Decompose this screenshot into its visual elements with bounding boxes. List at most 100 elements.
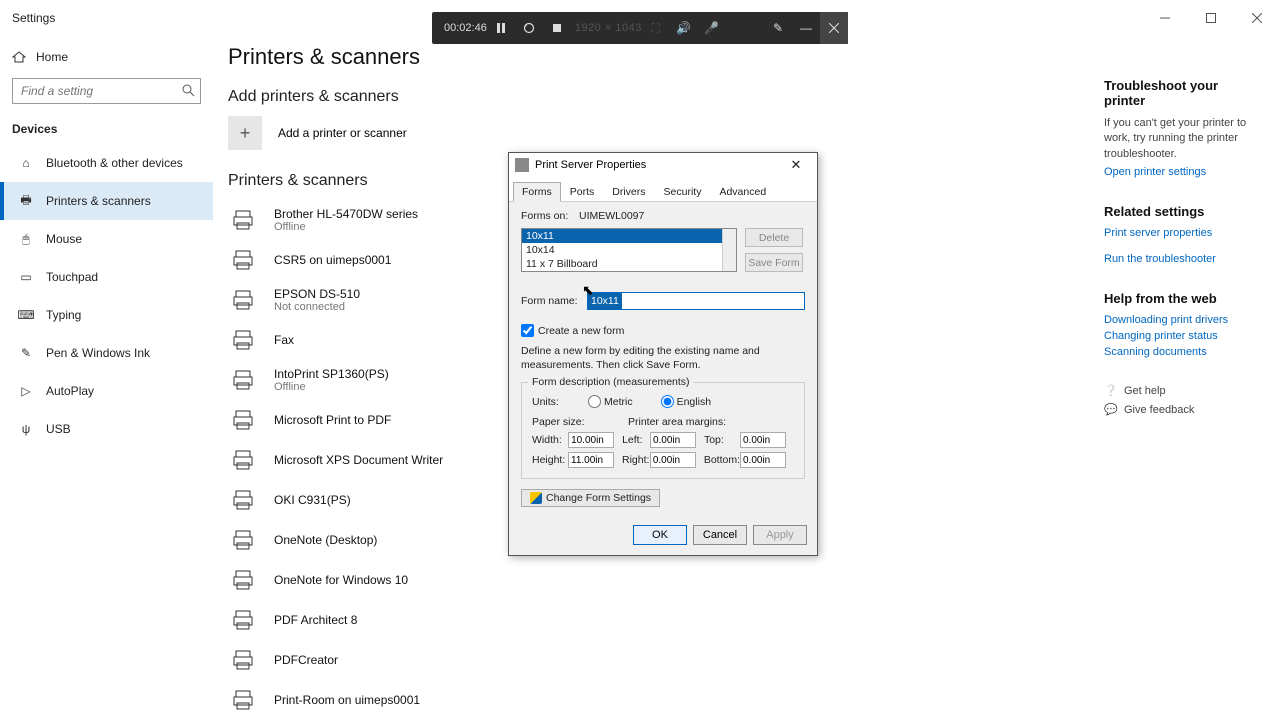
form-list-item[interactable]: 11x17 — [522, 271, 736, 272]
printer-name: PDFCreator — [274, 653, 338, 667]
recorder-dimensions: 1920 × 1043 — [575, 22, 642, 34]
printer-item[interactable]: PDF Architect 8 — [228, 600, 848, 640]
units-label: Units: — [532, 396, 588, 408]
stop-button[interactable] — [543, 12, 571, 44]
printer-icon — [228, 605, 258, 635]
form-list-item[interactable]: 11 x 7 Billboard — [522, 257, 736, 271]
listbox-scrollbar[interactable] — [722, 229, 736, 271]
left-input[interactable] — [650, 432, 696, 448]
sidebar-item-autoplay[interactable]: ▷ AutoPlay — [0, 372, 213, 410]
apply-button[interactable]: Apply — [753, 525, 807, 545]
printer-icon — [228, 645, 258, 675]
cancel-button[interactable]: Cancel — [693, 525, 747, 545]
printer-name: EPSON DS-510 — [274, 287, 360, 301]
units-english-radio[interactable]: English — [661, 395, 711, 408]
pause-button[interactable] — [487, 12, 515, 44]
right-input[interactable] — [650, 452, 696, 468]
sidebar-category: Devices — [0, 118, 213, 144]
sidebar-item-label: USB — [46, 422, 71, 436]
width-input[interactable] — [568, 432, 614, 448]
top-input[interactable] — [740, 432, 786, 448]
printer-name: Microsoft Print to PDF — [274, 413, 391, 427]
form-list-item[interactable]: 10x11 — [522, 229, 736, 243]
sidebar-item-printers[interactable]: 🖶 Printers & scanners — [0, 182, 213, 220]
tab-forms[interactable]: Forms — [513, 182, 561, 202]
tab-drivers[interactable]: Drivers — [603, 182, 654, 202]
web-link-3[interactable]: Scanning documents — [1104, 346, 1260, 358]
printer-icon — [228, 445, 258, 475]
sidebar-item-label: Mouse — [46, 232, 82, 246]
create-new-form-label: Create a new form — [538, 325, 624, 337]
usb-icon: ψ — [18, 422, 34, 436]
height-input[interactable] — [568, 452, 614, 468]
home-nav[interactable]: Home — [0, 44, 213, 70]
tab-advanced[interactable]: Advanced — [710, 182, 775, 202]
web-link-1[interactable]: Downloading print drivers — [1104, 314, 1260, 326]
bluetooth-icon: ⌂ — [18, 156, 34, 170]
forms-on-value: UIMEWL0097 — [579, 210, 644, 222]
printer-item[interactable]: OneNote for Windows 10 — [228, 560, 848, 600]
forms-on-label: Forms on: — [521, 210, 579, 222]
sidebar-item-typing[interactable]: ⌨ Typing — [0, 296, 213, 334]
sidebar-item-pen[interactable]: ✎ Pen & Windows Ink — [0, 334, 213, 372]
paper-size-label: Paper size: — [532, 416, 628, 428]
troubleshoot-header: Troubleshoot your printer — [1104, 78, 1260, 108]
save-form-button[interactable]: Save Form — [745, 253, 803, 272]
units-metric-radio[interactable]: Metric — [588, 395, 633, 408]
right-panel: Troubleshoot your printer If you can't g… — [1104, 78, 1260, 422]
forms-listbox[interactable]: 10x11 10x14 11 x 7 Billboard 11x17 — [521, 228, 737, 272]
help-icon: ❔ — [1104, 384, 1124, 397]
sidebar-item-label: Bluetooth & other devices — [46, 156, 183, 170]
restart-button[interactable] — [515, 12, 543, 44]
open-printer-settings-link[interactable]: Open printer settings — [1104, 166, 1260, 178]
web-link-2[interactable]: Changing printer status — [1104, 330, 1260, 342]
margins-label: Printer area margins: — [628, 416, 726, 428]
printer-icon — [228, 365, 258, 395]
minimize-button[interactable] — [1142, 0, 1188, 36]
create-new-form-checkbox[interactable] — [521, 324, 534, 337]
mouse-icon: 🖱 — [18, 232, 34, 247]
search-input[interactable] — [12, 78, 201, 104]
sidebar-item-mouse[interactable]: 🖱 Mouse — [0, 220, 213, 258]
sidebar-item-label: Typing — [46, 308, 81, 322]
get-help-label: Get help — [1124, 385, 1166, 397]
printer-name: Brother HL-5470DW series — [274, 207, 418, 221]
shield-icon — [530, 492, 542, 504]
crop-icon[interactable]: ⛶ — [642, 12, 670, 44]
recorder-close[interactable] — [820, 12, 848, 44]
get-help-link[interactable]: ❔ Get help — [1104, 384, 1260, 397]
form-desc-legend: Form description (measurements) — [528, 376, 694, 388]
sidebar-item-touchpad[interactable]: ▭ Touchpad — [0, 258, 213, 296]
draw-icon[interactable]: ✎ — [764, 12, 792, 44]
window-close-button[interactable] — [1234, 0, 1280, 36]
run-troubleshooter-link[interactable]: Run the troubleshooter — [1104, 253, 1260, 265]
width-label: Width: — [532, 434, 568, 446]
add-printer-button[interactable]: + — [228, 116, 262, 150]
change-form-settings-button[interactable]: Change Form Settings — [521, 489, 660, 507]
give-feedback-link[interactable]: 💬 Give feedback — [1104, 403, 1260, 416]
form-name-input[interactable] — [587, 292, 805, 310]
tab-security[interactable]: Security — [655, 182, 711, 202]
form-list-item[interactable]: 10x14 — [522, 243, 736, 257]
dialog-close-button[interactable]: ✕ — [781, 155, 811, 175]
ok-button[interactable]: OK — [633, 525, 687, 545]
mic-icon[interactable]: 🎤 — [698, 12, 726, 44]
tab-ports[interactable]: Ports — [561, 182, 604, 202]
bottom-input[interactable] — [740, 452, 786, 468]
sidebar-item-usb[interactable]: ψ USB — [0, 410, 213, 448]
printer-item[interactable]: PDFCreator — [228, 640, 848, 680]
printer-icon — [228, 525, 258, 555]
sidebar-item-label: Pen & Windows Ink — [46, 346, 150, 360]
audio-icon[interactable]: 🔊 — [670, 12, 698, 44]
printer-status: Offline — [274, 221, 418, 233]
printer-name: OKI C931(PS) — [274, 493, 351, 507]
print-server-properties-dialog: Print Server Properties ✕ Forms Ports Dr… — [508, 152, 818, 556]
printer-icon — [228, 325, 258, 355]
home-icon — [12, 50, 26, 64]
printer-item[interactable]: Print-Room on uimeps0001 — [228, 680, 848, 720]
maximize-button[interactable] — [1188, 0, 1234, 36]
recorder-minimize[interactable]: — — [792, 12, 820, 44]
print-server-props-link[interactable]: Print server properties — [1104, 227, 1260, 239]
sidebar-item-bluetooth[interactable]: ⌂ Bluetooth & other devices — [0, 144, 213, 182]
delete-form-button[interactable]: Delete — [745, 228, 803, 247]
